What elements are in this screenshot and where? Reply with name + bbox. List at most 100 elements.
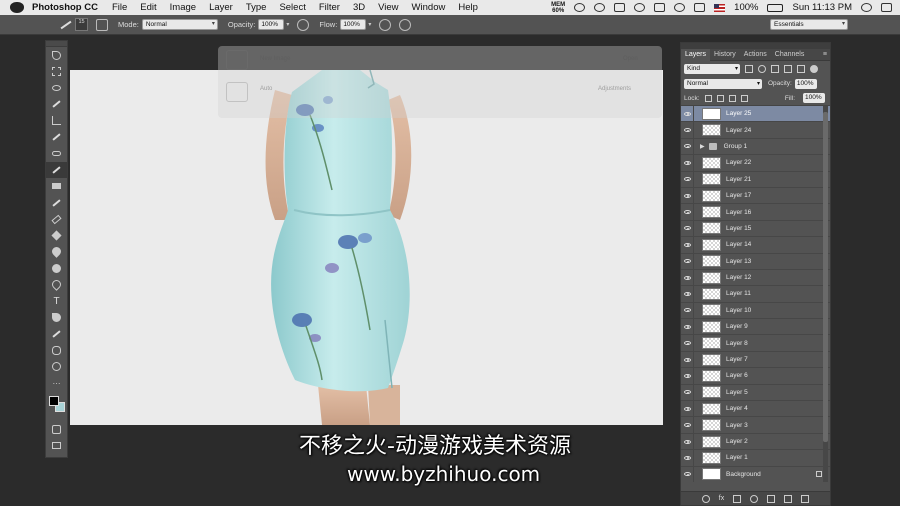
menu-clock[interactable]: Sun 11:13 PM — [792, 2, 852, 13]
panel-menu-icon[interactable]: ≡ — [823, 51, 827, 58]
visibility-eye-icon[interactable] — [681, 187, 694, 204]
wifi-icon[interactable] — [674, 3, 686, 12]
layer-row[interactable]: Layer 2 — [681, 433, 830, 451]
filter-type-icon[interactable] — [771, 64, 779, 73]
quick-select-tool-icon[interactable] — [46, 96, 67, 112]
visibility-eye-icon[interactable] — [681, 122, 694, 138]
visibility-eye-icon[interactable] — [681, 106, 694, 122]
layer-row[interactable]: Layer 25 — [681, 106, 830, 123]
visibility-eye-icon[interactable] — [681, 433, 694, 450]
crop-tool-icon[interactable] — [46, 113, 67, 129]
menu-select[interactable]: Select — [279, 2, 305, 13]
visibility-eye-icon[interactable] — [681, 138, 694, 155]
paint-bucket-tool-icon[interactable] — [46, 227, 67, 243]
group-row[interactable]: ▶ Group 1 — [681, 138, 830, 156]
dodge-tool-icon[interactable] — [46, 260, 67, 276]
menu-view[interactable]: View — [378, 2, 398, 13]
opacity-slider-arrow[interactable]: ▾ — [286, 21, 289, 28]
layer-row[interactable]: Layer 22 — [681, 155, 830, 172]
lasso-tool-icon[interactable] — [46, 80, 67, 96]
menu-window[interactable]: Window — [412, 2, 446, 13]
lock-all-icon[interactable] — [740, 94, 748, 102]
menu-3d[interactable]: 3D — [353, 2, 365, 13]
background-layer-row[interactable]: Background — [681, 466, 830, 482]
visibility-eye-icon[interactable] — [681, 384, 694, 401]
layer-row[interactable]: Layer 1 — [681, 450, 830, 467]
menu-file[interactable]: File — [112, 2, 127, 13]
disclosure-triangle-icon[interactable]: ▶ — [700, 143, 705, 150]
eraser-tool-icon[interactable] — [46, 211, 67, 227]
marquee-tool-icon[interactable] — [46, 63, 67, 79]
filter-toggle-icon[interactable] — [810, 64, 818, 73]
filter-smart-object-icon[interactable] — [797, 64, 805, 73]
document-canvas[interactable] — [70, 70, 663, 425]
app-name-menu[interactable]: Photoshop CC — [32, 2, 98, 13]
line-tool-icon[interactable] — [46, 326, 67, 342]
brush-tool-icon[interactable] — [46, 161, 67, 179]
visibility-eye-icon[interactable] — [681, 335, 694, 351]
history-brush-tool-icon[interactable] — [46, 195, 67, 211]
layer-row[interactable]: Layer 13 — [681, 253, 830, 270]
filter-kind-select[interactable]: Kind — [684, 63, 740, 74]
visibility-eye-icon[interactable] — [681, 319, 694, 335]
bluetooth-icon[interactable] — [634, 3, 646, 12]
move-tool-icon[interactable] — [46, 47, 67, 63]
layer-opacity-input[interactable]: 100% — [794, 78, 817, 89]
brush-preset-picker[interactable]: 15 — [60, 17, 94, 33]
quick-mask-icon[interactable] — [46, 421, 67, 437]
pressure-opacity-icon[interactable] — [297, 18, 310, 31]
menu-filter[interactable]: Filter — [319, 2, 340, 13]
type-tool-icon[interactable]: T — [46, 293, 67, 309]
menu-type[interactable]: Type — [246, 2, 267, 13]
brush-size-preview[interactable]: 15 — [75, 18, 88, 31]
visibility-eye-icon[interactable] — [681, 204, 694, 220]
lock-position-icon[interactable] — [728, 94, 736, 102]
menu-image[interactable]: Image — [170, 2, 196, 13]
visibility-eye-icon[interactable] — [681, 417, 694, 433]
brush-panel-icon[interactable] — [96, 18, 108, 31]
blur-tool-icon[interactable] — [46, 244, 67, 260]
visibility-eye-icon[interactable] — [681, 302, 694, 319]
visibility-eye-icon[interactable] — [681, 401, 694, 417]
visibility-eye-icon[interactable] — [681, 220, 694, 237]
zoom-tool-icon[interactable] — [46, 358, 67, 374]
layers-scrollbar[interactable] — [823, 106, 828, 482]
battery-icon[interactable] — [767, 3, 784, 12]
filter-pixel-icon[interactable] — [745, 64, 753, 73]
visibility-eye-icon[interactable] — [681, 351, 694, 368]
layer-row[interactable]: Layer 12 — [681, 269, 830, 287]
airbrush-icon[interactable] — [379, 18, 392, 31]
lock-image-icon[interactable] — [716, 94, 724, 102]
flow-input[interactable]: 100% — [340, 19, 367, 30]
visibility-eye-icon[interactable] — [681, 155, 694, 171]
link-layers-icon[interactable] — [701, 494, 710, 503]
mode-select[interactable]: Normal — [141, 19, 218, 30]
path-selection-tool-icon[interactable] — [46, 309, 67, 325]
layer-row[interactable]: Layer 9 — [681, 319, 830, 336]
battery-percent[interactable]: 100% — [734, 2, 758, 13]
layer-row[interactable]: Layer 14 — [681, 237, 830, 254]
foreground-color-swatch[interactable] — [49, 396, 59, 407]
visibility-eye-icon[interactable] — [681, 253, 694, 269]
layer-row[interactable]: Layer 11 — [681, 286, 830, 303]
add-mask-icon[interactable] — [733, 494, 742, 503]
opacity-input[interactable]: 100% — [258, 19, 285, 30]
filter-shape-icon[interactable] — [784, 64, 792, 73]
clone-stamp-tool-icon[interactable] — [46, 178, 67, 194]
flow-slider-arrow[interactable]: ▾ — [368, 21, 371, 28]
blend-mode-select[interactable]: Normal — [684, 78, 762, 89]
layer-row[interactable]: Layer 16 — [681, 204, 830, 221]
visibility-eye-icon[interactable] — [681, 466, 694, 482]
adjustment-layer-icon[interactable] — [750, 494, 759, 503]
visibility-eye-icon[interactable] — [681, 237, 694, 253]
layer-row[interactable]: Layer 21 — [681, 171, 830, 188]
healing-brush-tool-icon[interactable] — [46, 145, 67, 161]
menu-help[interactable]: Help — [458, 2, 478, 13]
eyedropper-tool-icon[interactable] — [46, 129, 67, 145]
us-flag-icon[interactable] — [714, 3, 726, 12]
pen-tool-icon[interactable] — [46, 276, 67, 292]
layer-row[interactable]: Layer 4 — [681, 401, 830, 418]
menu-edit[interactable]: Edit — [140, 2, 156, 13]
layer-row[interactable]: Layer 7 — [681, 351, 830, 369]
display-icon[interactable] — [614, 3, 626, 12]
